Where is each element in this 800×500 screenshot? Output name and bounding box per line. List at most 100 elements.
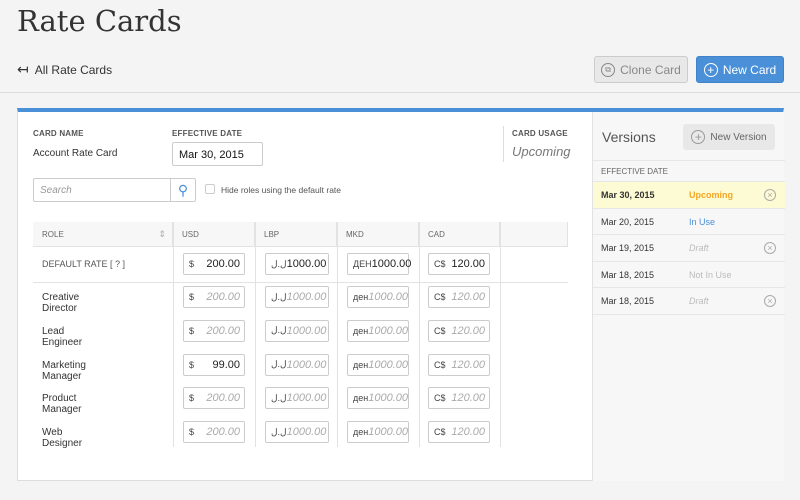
delete-version-icon[interactable]: × bbox=[764, 242, 776, 254]
header-divider bbox=[0, 92, 800, 93]
role-name: Creative Director bbox=[42, 292, 80, 314]
currency-symbol: ل.ل bbox=[271, 291, 287, 302]
card-name-label: CARD NAME bbox=[33, 129, 84, 138]
rate-usd-input[interactable]: $200.00 bbox=[183, 319, 245, 342]
currency-symbol: C$ bbox=[434, 359, 446, 370]
hide-default-checkbox[interactable] bbox=[205, 184, 215, 194]
column-header-label: LBP bbox=[264, 230, 280, 239]
back-link-label: All Rate Cards bbox=[34, 62, 113, 77]
version-row[interactable]: Mar 18, 2015 Not In Use bbox=[593, 260, 785, 288]
rate-cad-input[interactable]: C$ 120.00 bbox=[428, 319, 490, 342]
version-row[interactable]: Mar 20, 2015 In Use bbox=[593, 207, 785, 235]
delete-version-icon[interactable]: × bbox=[764, 189, 776, 201]
rate-cad-input[interactable]: C$ 120.00 bbox=[428, 421, 490, 444]
rate-usd-input[interactable]: $200.00 bbox=[183, 286, 245, 308]
new-card-button[interactable]: + New Card bbox=[696, 56, 784, 83]
rate-value: 1000.00 bbox=[286, 291, 327, 303]
default-rate-lbp-input[interactable]: ل.ل 1000.00 bbox=[265, 253, 329, 275]
rate-lbp-input[interactable]: ل.ل 1000.00 bbox=[265, 421, 329, 444]
rate-usd-input[interactable]: $200.00 bbox=[183, 421, 245, 444]
rate-value: 1000.00 bbox=[286, 324, 327, 337]
card-name: Account Rate Card bbox=[33, 148, 118, 159]
column-header-cad: CAD bbox=[419, 222, 500, 247]
column-divider bbox=[419, 222, 420, 447]
clone-icon: ⧉ bbox=[601, 62, 616, 77]
currency-symbol: $ bbox=[189, 359, 195, 370]
default-rate-label: DEFAULT RATE [ ? ] bbox=[42, 259, 126, 269]
default-rate-mkd-input[interactable]: ДЕН 1000.00 bbox=[347, 253, 411, 275]
rate-mkd-input[interactable]: ден 1000.00 bbox=[347, 421, 409, 444]
rate-mkd-input[interactable]: ден 1000.00 bbox=[347, 319, 409, 342]
rate-lbp-input[interactable]: ل.ل 1000.00 bbox=[265, 319, 329, 342]
rate-mkd-input[interactable]: ден 1000.00 bbox=[347, 286, 409, 308]
currency-symbol: C$ bbox=[434, 325, 446, 336]
rate-lbp-input[interactable]: ل.ل 1000.00 bbox=[265, 387, 329, 410]
effective-date-column-label: EFFECTIVE DATE bbox=[601, 167, 668, 176]
delete-version-icon[interactable]: × bbox=[764, 295, 776, 307]
divider bbox=[593, 313, 785, 315]
rate-value: 99.00 bbox=[212, 358, 240, 371]
plus-circle-icon: + bbox=[691, 130, 706, 144]
rate-value: 120.00 bbox=[451, 358, 485, 371]
version-row[interactable]: Mar 30, 2015 Upcoming × bbox=[593, 181, 785, 208]
version-status: Not In Use bbox=[689, 269, 732, 280]
currency-symbol: $ bbox=[189, 292, 195, 302]
default-rate-cad-input[interactable]: C$ 120.00 bbox=[428, 253, 490, 275]
rate-mkd-input[interactable]: ден 1000.00 bbox=[347, 387, 409, 410]
rate-value: 120.00 bbox=[451, 291, 485, 303]
back-arrow-icon: ↤ bbox=[17, 61, 29, 77]
rate-mkd-input[interactable]: ден 1000.00 bbox=[347, 353, 409, 376]
currency-symbol: $ bbox=[189, 393, 195, 404]
divider bbox=[33, 282, 568, 283]
rate-value: 1000.00 bbox=[368, 324, 408, 337]
currency-symbol: ل.ل bbox=[271, 325, 287, 336]
column-header-role[interactable]: ROLE ⇕ bbox=[33, 222, 173, 247]
rate-lbp-input[interactable]: ل.ل 1000.00 bbox=[265, 286, 329, 308]
rate-value: 1000.00 bbox=[368, 358, 408, 371]
effective-date-input[interactable]: Mar 30, 2015 bbox=[172, 142, 263, 166]
rate-lbp-input[interactable]: ل.ل 1000.00 bbox=[265, 353, 329, 376]
currency-symbol: ل.ل bbox=[271, 392, 287, 403]
card-usage-label: CARD USAGE bbox=[512, 129, 568, 138]
new-version-button[interactable]: + New Version bbox=[683, 124, 775, 150]
version-status: Upcoming bbox=[689, 190, 733, 200]
divider bbox=[593, 160, 785, 161]
search-input[interactable]: Search bbox=[33, 178, 171, 202]
rate-usd-input[interactable]: $200.00 bbox=[183, 387, 245, 410]
default-rate-usd-input[interactable]: $200.00 bbox=[183, 253, 245, 275]
rate-value: 200.00 bbox=[206, 291, 240, 303]
column-divider bbox=[500, 222, 501, 447]
rate-value: 200.00 bbox=[206, 258, 240, 270]
rate-value: 120.00 bbox=[451, 426, 485, 439]
currency-symbol: C$ bbox=[434, 427, 446, 438]
rate-usd-input[interactable]: $99.00 bbox=[183, 353, 245, 376]
sort-icon: ⇕ bbox=[158, 229, 166, 239]
version-row[interactable]: Mar 19, 2015 Draft × bbox=[593, 234, 785, 261]
search-button[interactable]: ⚲ bbox=[170, 178, 196, 202]
column-header-spacer bbox=[500, 222, 568, 247]
versions-title: Versions bbox=[602, 129, 656, 145]
column-header-mkd: MKD bbox=[337, 222, 419, 247]
rate-value: 120.00 bbox=[451, 324, 485, 337]
version-status: In Use bbox=[689, 216, 716, 227]
currency-symbol: ден bbox=[353, 359, 369, 370]
clone-card-button[interactable]: ⧉ Clone Card bbox=[594, 56, 688, 83]
hide-default-label: Hide roles using the default rate bbox=[221, 185, 342, 195]
version-row[interactable]: Mar 18, 2015 Draft × bbox=[593, 287, 785, 314]
rate-cad-input[interactable]: C$ 120.00 bbox=[428, 353, 490, 376]
column-header-label: CAD bbox=[428, 230, 445, 239]
plus-circle-icon: + bbox=[703, 62, 718, 77]
new-card-label: New Card bbox=[722, 62, 777, 77]
page-title: Rate Cards bbox=[17, 4, 182, 38]
new-version-label: New Version bbox=[710, 131, 767, 143]
rate-value: 200.00 bbox=[206, 392, 240, 405]
rate-cad-input[interactable]: C$ 120.00 bbox=[428, 387, 490, 410]
version-date: Mar 30, 2015 bbox=[601, 190, 655, 200]
rate-cad-input[interactable]: C$ 120.00 bbox=[428, 286, 490, 308]
back-link[interactable]: ↤ All Rate Cards bbox=[17, 61, 112, 78]
column-header-label: USD bbox=[182, 230, 199, 239]
version-date: Mar 18, 2015 bbox=[601, 296, 655, 306]
clone-card-label: Clone Card bbox=[620, 62, 681, 77]
role-name: Marketing Manager bbox=[42, 359, 86, 382]
rate-value: 1000.00 bbox=[368, 392, 408, 405]
